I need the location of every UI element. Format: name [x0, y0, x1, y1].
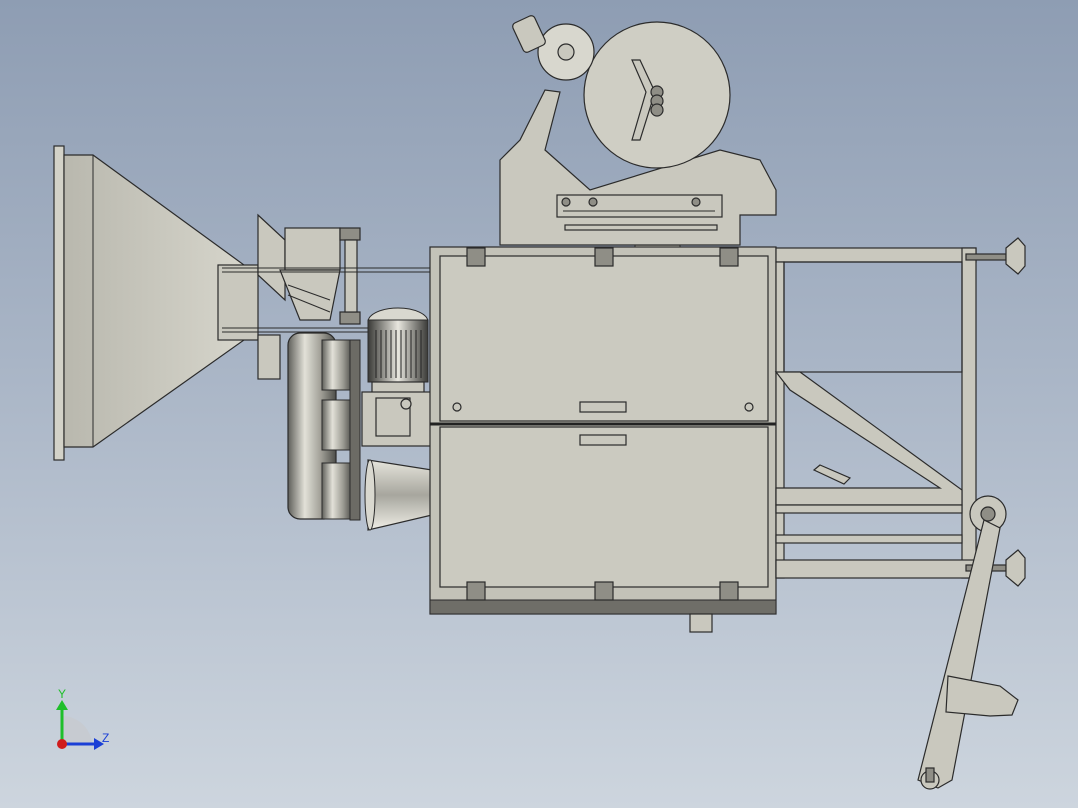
coordinate-triad: Y Z	[56, 687, 109, 750]
reel-assembly[interactable]	[499, 14, 777, 246]
cad-model-viewport[interactable]: Y Z	[0, 0, 1078, 808]
feed-chute[interactable]	[257, 213, 361, 325]
hopper[interactable]	[53, 145, 281, 461]
discharge-cone[interactable]	[364, 459, 433, 531]
upper-door-handle[interactable]	[579, 401, 627, 413]
lower-door-handle[interactable]	[579, 434, 627, 446]
y-axis-label: Y	[58, 687, 66, 701]
main-enclosure[interactable]	[429, 237, 777, 633]
pulley-stack[interactable]	[287, 332, 361, 521]
drive-motor[interactable]	[361, 307, 433, 447]
z-axis-label: Z	[102, 731, 109, 745]
